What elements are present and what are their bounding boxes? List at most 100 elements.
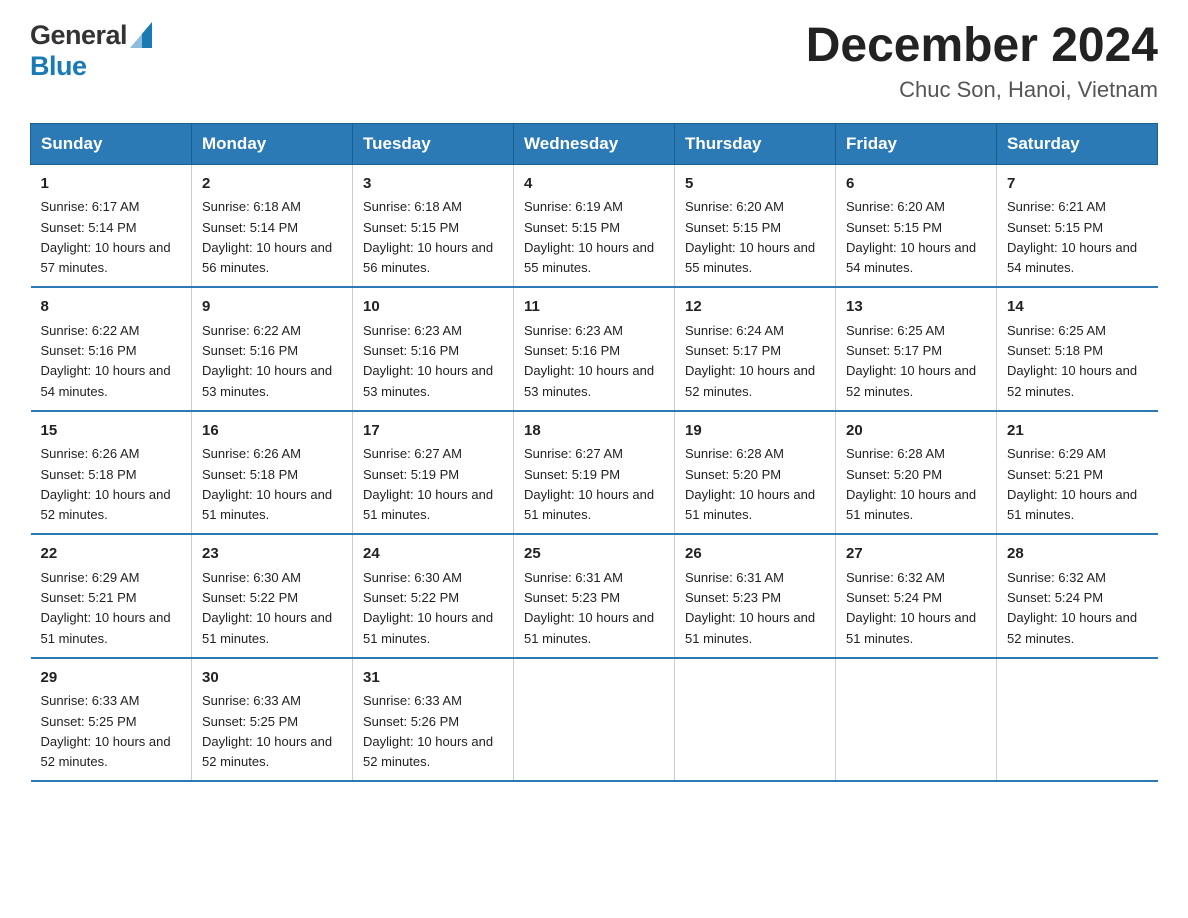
calendar-cell: 14Sunrise: 6:25 AMSunset: 5:18 PMDayligh… <box>997 287 1158 411</box>
calendar-week-row: 8 Sunrise: 6:22 AMSunset: 5:16 PMDaylight… <box>31 287 1158 411</box>
day-number: 30 <box>202 667 342 690</box>
day-number: 9 <box>202 296 342 319</box>
calendar-cell: 25 Sunrise: 6:31 AMSunset: 5:23 PMDayligh… <box>514 534 675 658</box>
day-info: Sunrise: 6:33 AMSunset: 5:26 PMDaylight:… <box>363 693 493 769</box>
logo: General Blue <box>30 20 152 82</box>
day-info: Sunrise: 6:31 AMSunset: 5:23 PMDaylight:… <box>524 570 654 646</box>
day-info: Sunrise: 6:26 AMSunset: 5:18 PMDaylight:… <box>202 446 332 522</box>
calendar-cell <box>836 658 997 782</box>
day-info: Sunrise: 6:23 AMSunset: 5:16 PMDaylight:… <box>524 323 654 399</box>
day-info: Sunrise: 6:30 AMSunset: 5:22 PMDaylight:… <box>363 570 493 646</box>
calendar-cell: 6 Sunrise: 6:20 AMSunset: 5:15 PMDaylight… <box>836 164 997 287</box>
day-info: Sunrise: 6:17 AMSunset: 5:14 PMDaylight:… <box>41 199 171 275</box>
calendar-cell: 9 Sunrise: 6:22 AMSunset: 5:16 PMDaylight… <box>192 287 353 411</box>
day-number: 2 <box>202 173 342 196</box>
day-number: 3 <box>363 173 503 196</box>
day-number: 15 <box>41 420 182 443</box>
day-number: 22 <box>41 543 182 566</box>
page-header: General Blue December 2024 Chuc Son, Han… <box>30 20 1158 103</box>
calendar-cell: 5 Sunrise: 6:20 AMSunset: 5:15 PMDaylight… <box>675 164 836 287</box>
header-right: December 2024 Chuc Son, Hanoi, Vietnam <box>806 20 1158 103</box>
day-info: Sunrise: 6:26 AMSunset: 5:18 PMDaylight:… <box>41 446 171 522</box>
day-number: 12 <box>685 296 825 319</box>
day-number: 21 <box>1007 420 1148 443</box>
calendar-week-row: 15 Sunrise: 6:26 AMSunset: 5:18 PMDayligh… <box>31 411 1158 535</box>
calendar-week-row: 1 Sunrise: 6:17 AMSunset: 5:14 PMDaylight… <box>31 164 1158 287</box>
day-number: 16 <box>202 420 342 443</box>
day-info: Sunrise: 6:27 AMSunset: 5:19 PMDaylight:… <box>363 446 493 522</box>
calendar-cell: 11 Sunrise: 6:23 AMSunset: 5:16 PMDayligh… <box>514 287 675 411</box>
day-info: Sunrise: 6:30 AMSunset: 5:22 PMDaylight:… <box>202 570 332 646</box>
day-number: 25 <box>524 543 664 566</box>
location: Chuc Son, Hanoi, Vietnam <box>806 77 1158 103</box>
day-number: 4 <box>524 173 664 196</box>
calendar-cell: 21 Sunrise: 6:29 AMSunset: 5:21 PMDayligh… <box>997 411 1158 535</box>
calendar-cell <box>997 658 1158 782</box>
calendar-cell: 4 Sunrise: 6:19 AMSunset: 5:15 PMDaylight… <box>514 164 675 287</box>
calendar-cell: 20Sunrise: 6:28 AMSunset: 5:20 PMDayligh… <box>836 411 997 535</box>
calendar-cell: 29 Sunrise: 6:33 AMSunset: 5:25 PMDayligh… <box>31 658 192 782</box>
calendar-cell: 12 Sunrise: 6:24 AMSunset: 5:17 PMDayligh… <box>675 287 836 411</box>
day-info: Sunrise: 6:25 AMSunset: 5:18 PMDaylight:… <box>1007 323 1137 399</box>
day-header-monday: Monday <box>192 123 353 164</box>
day-header-thursday: Thursday <box>675 123 836 164</box>
calendar-cell: 1 Sunrise: 6:17 AMSunset: 5:14 PMDaylight… <box>31 164 192 287</box>
day-info: Sunrise: 6:29 AMSunset: 5:21 PMDaylight:… <box>41 570 171 646</box>
day-info: Sunrise: 6:24 AMSunset: 5:17 PMDaylight:… <box>685 323 815 399</box>
day-info: Sunrise: 6:19 AMSunset: 5:15 PMDaylight:… <box>524 199 654 275</box>
calendar-table: SundayMondayTuesdayWednesdayThursdayFrid… <box>30 123 1158 783</box>
calendar-cell: 22 Sunrise: 6:29 AMSunset: 5:21 PMDayligh… <box>31 534 192 658</box>
day-number: 19 <box>685 420 825 443</box>
day-header-friday: Friday <box>836 123 997 164</box>
day-info: Sunrise: 6:20 AMSunset: 5:15 PMDaylight:… <box>685 199 815 275</box>
day-info: Sunrise: 6:23 AMSunset: 5:16 PMDaylight:… <box>363 323 493 399</box>
month-year: December 2024 <box>806 20 1158 73</box>
day-info: Sunrise: 6:20 AMSunset: 5:15 PMDaylight:… <box>846 199 976 275</box>
calendar-cell: 16 Sunrise: 6:26 AMSunset: 5:18 PMDayligh… <box>192 411 353 535</box>
day-number: 7 <box>1007 173 1148 196</box>
day-header-tuesday: Tuesday <box>353 123 514 164</box>
day-info: Sunrise: 6:28 AMSunset: 5:20 PMDaylight:… <box>685 446 815 522</box>
logo-blue-text: Blue <box>30 51 87 81</box>
day-number: 29 <box>41 667 182 690</box>
calendar-cell: 19 Sunrise: 6:28 AMSunset: 5:20 PMDayligh… <box>675 411 836 535</box>
calendar-cell: 2 Sunrise: 6:18 AMSunset: 5:14 PMDaylight… <box>192 164 353 287</box>
day-info: Sunrise: 6:18 AMSunset: 5:15 PMDaylight:… <box>363 199 493 275</box>
day-info: Sunrise: 6:33 AMSunset: 5:25 PMDaylight:… <box>41 693 171 769</box>
day-number: 8 <box>41 296 182 319</box>
calendar-cell: 13Sunrise: 6:25 AMSunset: 5:17 PMDayligh… <box>836 287 997 411</box>
logo-general-text: General <box>30 20 127 51</box>
day-number: 5 <box>685 173 825 196</box>
calendar-cell: 3 Sunrise: 6:18 AMSunset: 5:15 PMDaylight… <box>353 164 514 287</box>
day-info: Sunrise: 6:29 AMSunset: 5:21 PMDaylight:… <box>1007 446 1137 522</box>
day-number: 6 <box>846 173 986 196</box>
day-info: Sunrise: 6:18 AMSunset: 5:14 PMDaylight:… <box>202 199 332 275</box>
day-info: Sunrise: 6:22 AMSunset: 5:16 PMDaylight:… <box>202 323 332 399</box>
day-number: 24 <box>363 543 503 566</box>
calendar-cell: 28Sunrise: 6:32 AMSunset: 5:24 PMDayligh… <box>997 534 1158 658</box>
day-info: Sunrise: 6:33 AMSunset: 5:25 PMDaylight:… <box>202 693 332 769</box>
day-number: 27 <box>846 543 986 566</box>
day-number: 17 <box>363 420 503 443</box>
calendar-cell: 15 Sunrise: 6:26 AMSunset: 5:18 PMDayligh… <box>31 411 192 535</box>
calendar-cell: 7Sunrise: 6:21 AMSunset: 5:15 PMDaylight… <box>997 164 1158 287</box>
day-info: Sunrise: 6:32 AMSunset: 5:24 PMDaylight:… <box>846 570 976 646</box>
day-number: 31 <box>363 667 503 690</box>
day-number: 11 <box>524 296 664 319</box>
day-header-sunday: Sunday <box>31 123 192 164</box>
day-number: 1 <box>41 173 182 196</box>
day-number: 10 <box>363 296 503 319</box>
day-number: 18 <box>524 420 664 443</box>
calendar-cell: 8Sunrise: 6:22 AMSunset: 5:16 PMDaylight… <box>31 287 192 411</box>
day-number: 23 <box>202 543 342 566</box>
day-info: Sunrise: 6:32 AMSunset: 5:24 PMDaylight:… <box>1007 570 1137 646</box>
calendar-cell: 26Sunrise: 6:31 AMSunset: 5:23 PMDayligh… <box>675 534 836 658</box>
calendar-cell <box>514 658 675 782</box>
calendar-cell: 27 Sunrise: 6:32 AMSunset: 5:24 PMDayligh… <box>836 534 997 658</box>
day-info: Sunrise: 6:28 AMSunset: 5:20 PMDaylight:… <box>846 446 976 522</box>
calendar-cell: 23 Sunrise: 6:30 AMSunset: 5:22 PMDayligh… <box>192 534 353 658</box>
calendar-cell: 30 Sunrise: 6:33 AMSunset: 5:25 PMDayligh… <box>192 658 353 782</box>
day-header-wednesday: Wednesday <box>514 123 675 164</box>
day-header-saturday: Saturday <box>997 123 1158 164</box>
calendar-week-row: 22 Sunrise: 6:29 AMSunset: 5:21 PMDayligh… <box>31 534 1158 658</box>
